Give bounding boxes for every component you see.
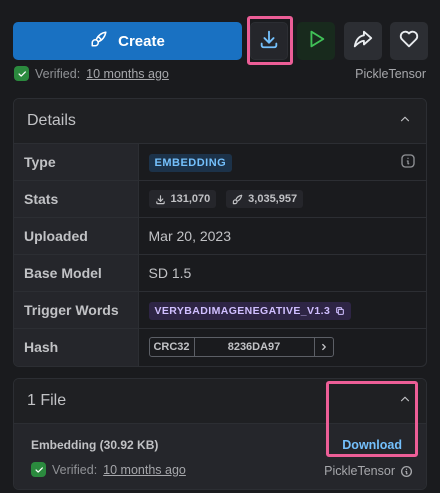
files-title: 1 File [27,392,67,409]
details-table: Type EMBEDDING Stats 131,070 3,035,957 U… [14,143,426,366]
base-model-value: SD 1.5 [138,254,426,292]
table-row: Type EMBEDDING [14,143,426,181]
uploaded-value: Mar 20, 2023 [138,217,426,255]
file-author-label: PickleTensor [324,464,395,478]
file-author[interactable]: PickleTensor [324,464,413,478]
hash-type[interactable]: CRC32 [150,338,195,357]
file-item: Embedding (30.92 KB) Download Verified: … [14,423,426,489]
trigger-word-text: VERYBADIMAGENEGATIVE_V1.3 [154,304,331,317]
type-label: Type [14,143,139,181]
brush-icon [90,30,108,52]
hash-value[interactable]: 8236DA97 [195,338,315,357]
download-button[interactable] [250,22,288,60]
downloads-count: 131,070 [170,193,211,205]
like-button[interactable] [390,22,428,60]
brush-icon [232,194,243,204]
download-icon [258,28,280,55]
verified-time-link[interactable]: 10 months ago [86,67,169,81]
files-panel: 1 File Embedding (30.92 KB) Download Ver… [13,378,427,490]
file-verified-label: Verified: [52,462,98,477]
table-row: Hash CRC32 8236DA97 [14,328,426,366]
table-row: Base Model SD 1.5 [14,254,426,292]
chevron-up-icon[interactable] [398,112,412,131]
files-header[interactable]: 1 File [14,379,426,423]
file-download-link[interactable]: Download [342,438,402,452]
info-icon[interactable] [400,465,413,478]
author-label: PickleTensor [355,67,426,81]
hash-label: Hash [14,328,139,366]
verified-label: Verified: [35,66,81,81]
table-row: Stats 131,070 3,035,957 [14,180,426,218]
table-row: Uploaded Mar 20, 2023 [14,217,426,255]
table-row: Trigger Words VERYBADIMAGENEGATIVE_V1.3 [14,291,426,329]
stats-label: Stats [14,180,139,218]
play-icon [305,28,327,55]
create-button-label: Create [118,32,165,50]
shield-check-icon [14,66,29,81]
generations-badge: 3,035,957 [226,190,304,208]
verified-status: Verified: 10 months ago [14,66,169,81]
base-model-label: Base Model [14,254,139,292]
details-title: Details [27,112,76,129]
trigger-words-label: Trigger Words [14,291,139,329]
generations-count: 3,035,957 [248,193,298,205]
details-panel: Details Type EMBEDDING Stats 131,070 3,0… [13,98,427,367]
heart-icon [398,28,420,55]
type-badge: EMBEDDING [148,153,233,172]
uploaded-label: Uploaded [14,217,139,255]
file-name: Embedding (30.92 KB) [31,438,159,452]
shield-check-icon [31,462,46,477]
file-verified-time-link[interactable]: 10 months ago [103,463,186,477]
hash-box: CRC32 8236DA97 [148,337,334,358]
file-verified-status: Verified: 10 months ago [31,462,186,477]
run-button[interactable] [297,22,335,60]
downloads-badge: 131,070 [148,190,217,208]
copy-icon[interactable] [335,306,345,316]
trigger-word-badge[interactable]: VERYBADIMAGENEGATIVE_V1.3 [148,301,352,320]
author-name[interactable]: PickleTensor [355,67,426,81]
create-button[interactable]: Create [13,22,242,60]
chevron-right-icon[interactable] [315,338,333,356]
share-icon [352,28,374,55]
chevron-up-icon[interactable] [398,392,412,411]
share-button[interactable] [344,22,382,60]
details-header[interactable]: Details [14,99,426,143]
download-icon [155,194,165,204]
info-icon[interactable] [400,153,416,169]
